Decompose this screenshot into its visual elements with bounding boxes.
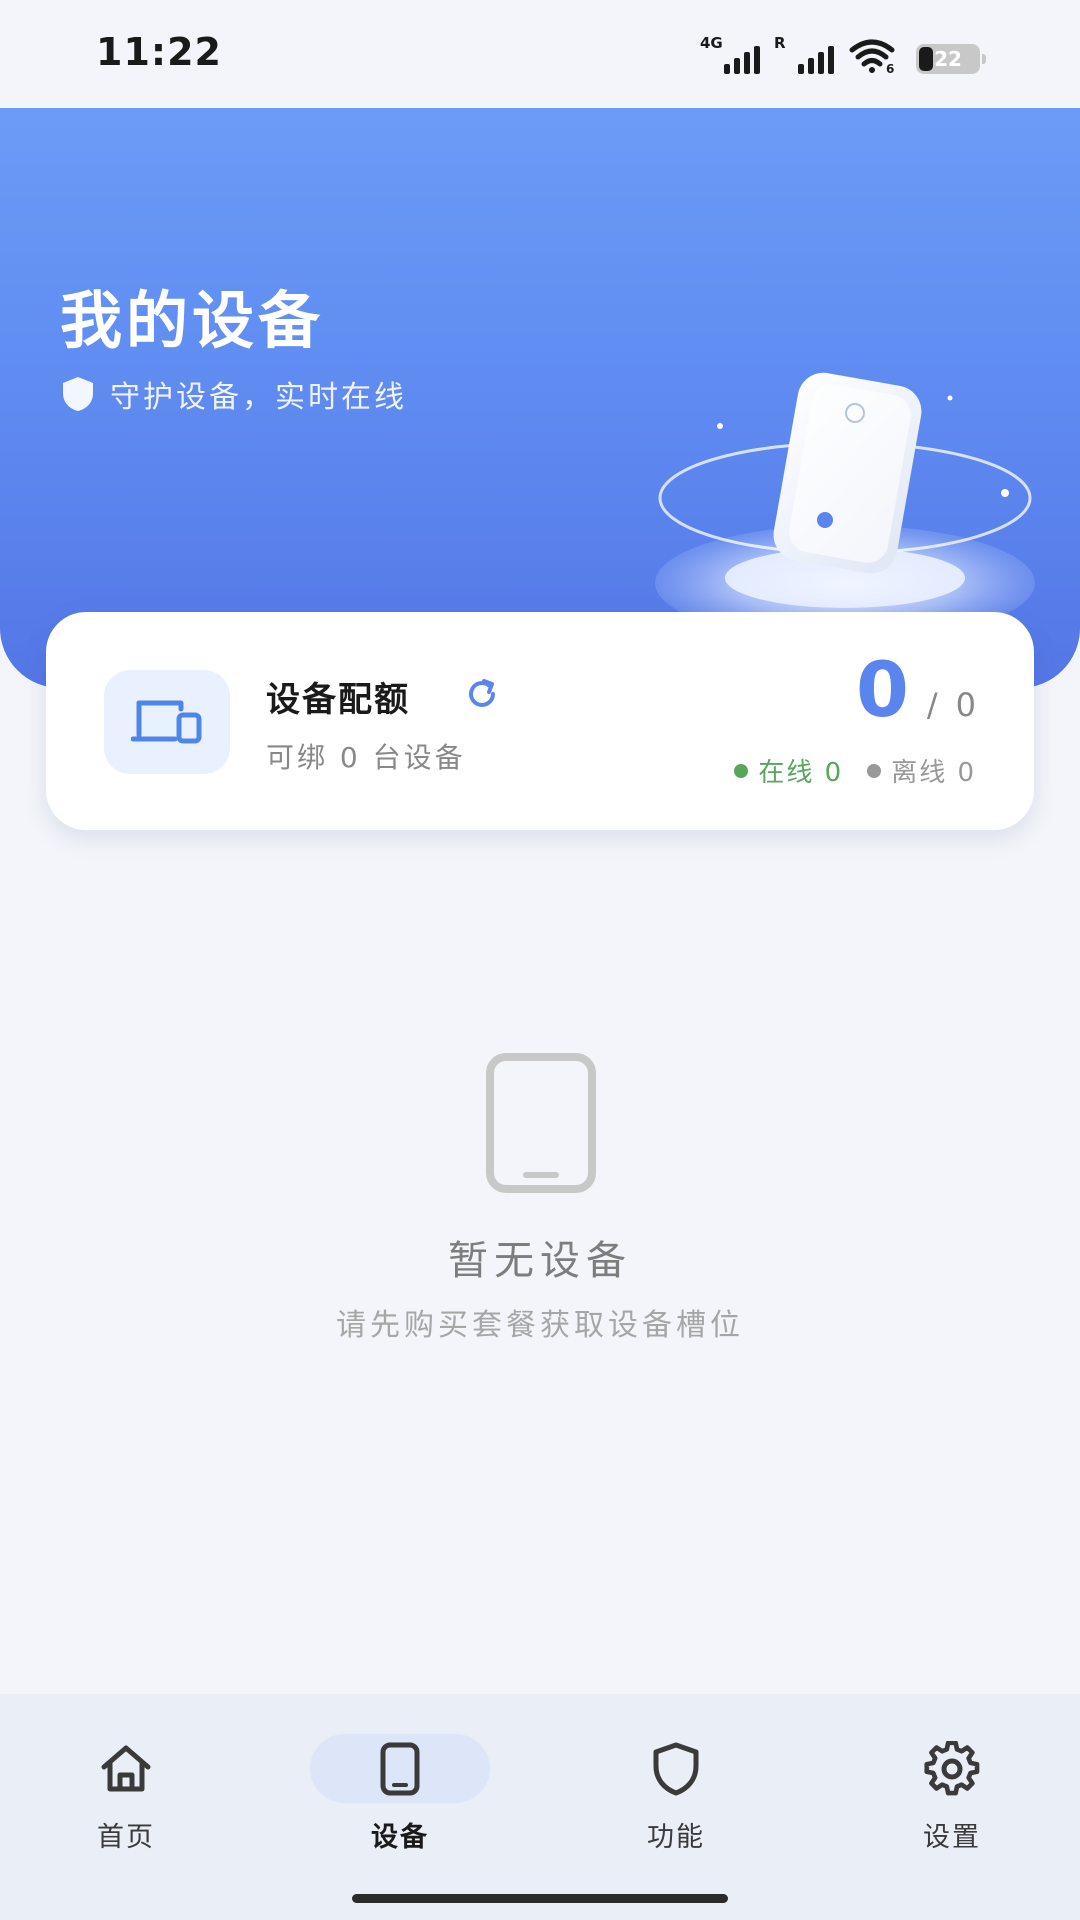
- home-icon: [101, 1745, 151, 1791]
- empty-state-description: 请先购买套餐获取设备槽位: [336, 1308, 744, 1343]
- quota-total-count: 0: [955, 686, 976, 724]
- shield-icon: [653, 1742, 699, 1795]
- quota-slash: /: [926, 686, 938, 724]
- empty-state-title: 暂无设备: [448, 1238, 632, 1284]
- devices-icon-box: [104, 670, 230, 774]
- roaming-signal-icon: R: [774, 34, 834, 74]
- battery-level: 22: [934, 47, 962, 71]
- home-indicator[interactable]: [352, 1894, 728, 1903]
- bottom-nav: 首页 设备 功能 设置: [0, 1694, 1080, 1920]
- refresh-icon[interactable]: [464, 676, 500, 712]
- devices-icon: [131, 700, 202, 744]
- status-time: 11:22: [96, 30, 222, 74]
- cellular-signal-icon: 4G: [700, 34, 760, 74]
- roaming-label: R: [774, 34, 786, 52]
- offline-stat: 离线 0: [867, 752, 976, 789]
- wifi-icon: 6: [849, 39, 895, 74]
- offline-label: 离线 0: [891, 758, 976, 788]
- hero-banner: 我的设备 守护设备，实时在线: [0, 108, 1080, 688]
- offline-dot: [867, 763, 882, 778]
- status-icons: 4G R 6 22: [700, 34, 986, 74]
- quota-count: 0 / 0: [856, 652, 976, 728]
- nav-features-label: 功能: [647, 1822, 705, 1853]
- signal-type-label: 4G: [700, 34, 723, 52]
- nav-settings[interactable]: 设置: [862, 1734, 1042, 1854]
- phone-icon: [380, 1742, 420, 1795]
- status-bar: 11:22 4G R 6 22: [0, 0, 1080, 108]
- nav-devices-label: 设备: [371, 1822, 429, 1853]
- nav-home-label: 首页: [97, 1822, 155, 1853]
- nav-home[interactable]: 首页: [36, 1734, 216, 1854]
- page-title: 我的设备: [60, 284, 325, 357]
- quota-available-text: 可绑 0 台设备: [266, 741, 466, 774]
- nav-devices[interactable]: 设备: [310, 1734, 490, 1854]
- shield-icon: [63, 377, 93, 411]
- tablet-icon: [486, 1053, 596, 1193]
- online-label: 在线 0: [758, 758, 844, 788]
- quota-title: 设备配额: [266, 680, 410, 720]
- quota-stats: 在线 0 离线 0: [734, 752, 976, 789]
- online-dot: [734, 763, 749, 778]
- nav-features[interactable]: 功能: [586, 1734, 766, 1854]
- quota-used-count: 0: [855, 645, 909, 734]
- quota-card: 设备配额 可绑 0 台设备 0 / 0 在线 0 离线 0: [46, 612, 1034, 830]
- wifi-version-label: 6: [886, 62, 894, 74]
- gear-icon: [924, 1740, 980, 1795]
- battery-icon: 22: [916, 44, 986, 74]
- hero-subtitle-text: 守护设备，实时在线: [110, 380, 407, 415]
- nav-settings-label: 设置: [923, 1822, 981, 1853]
- hero-subtitle: 守护设备，实时在线: [60, 372, 407, 416]
- device-screen: 11:22 4G R 6 22 我的设备 守护设备，实时在线 设备配额 可绑 0…: [0, 0, 1080, 1920]
- online-stat: 在线 0: [734, 752, 843, 789]
